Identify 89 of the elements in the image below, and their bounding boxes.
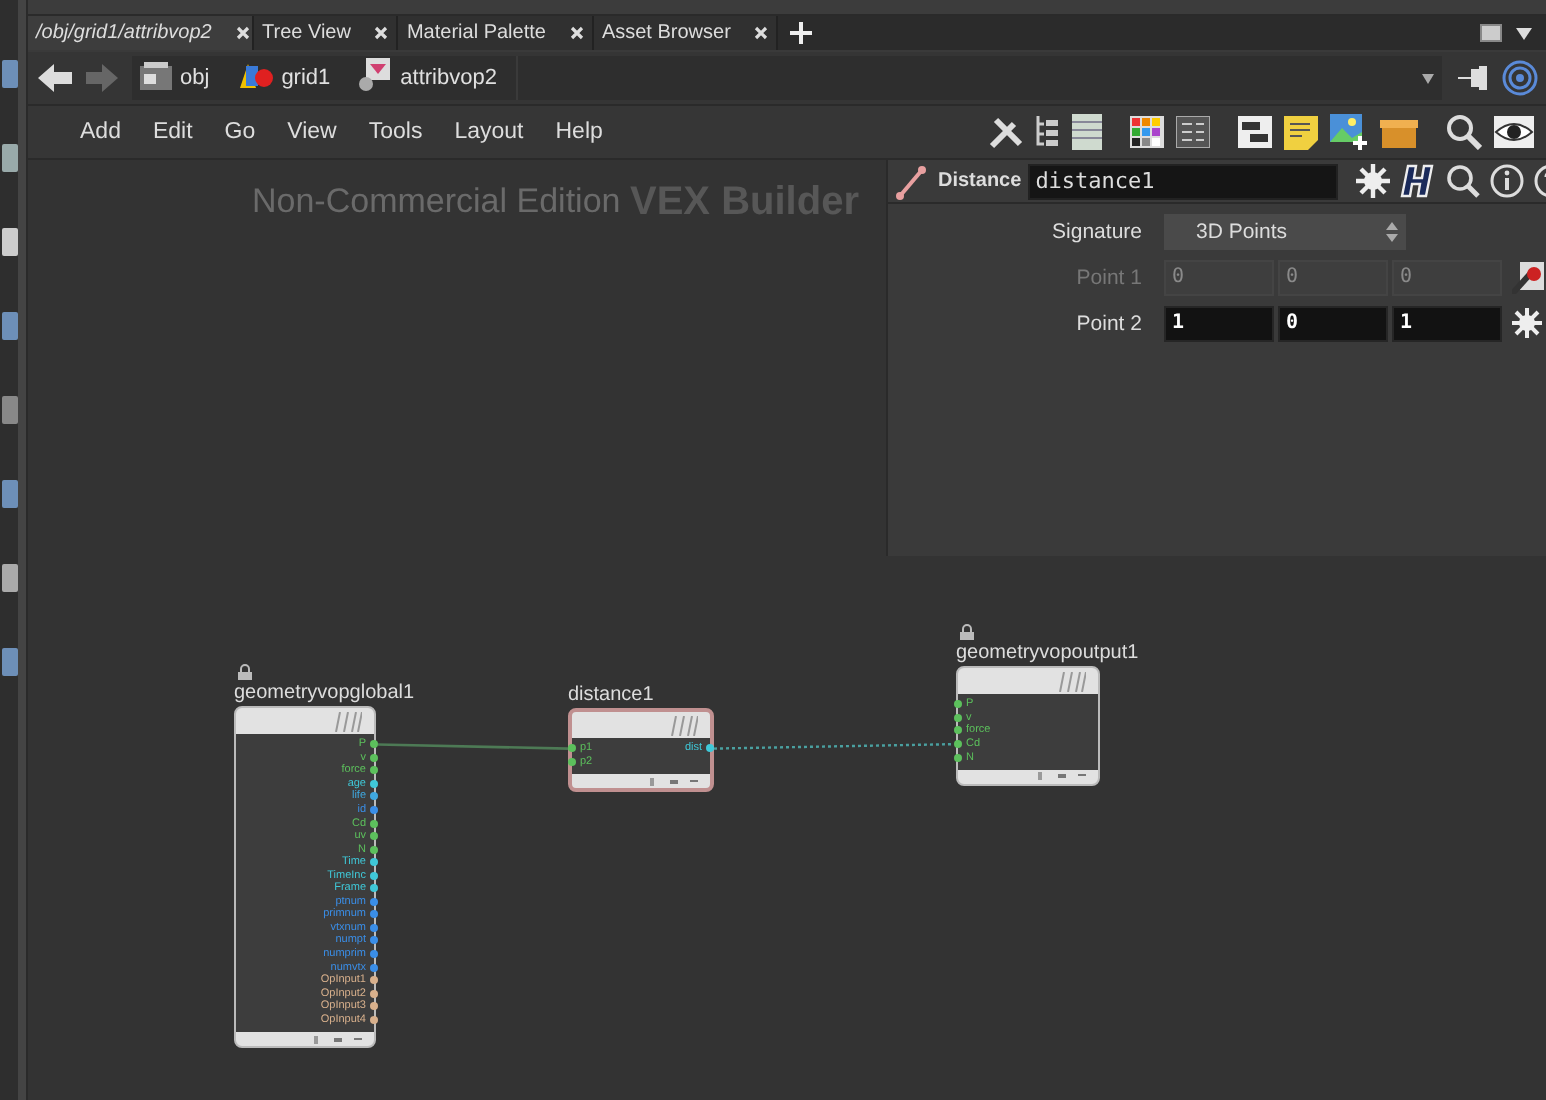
network-box-icon[interactable] xyxy=(1238,116,1272,148)
port-dot[interactable] xyxy=(568,744,576,753)
menu-item[interactable]: Add xyxy=(48,120,121,144)
menu-item[interactable]: Layout xyxy=(422,120,524,144)
port-dot[interactable] xyxy=(370,753,378,762)
pane-tab[interactable]: Material Palette xyxy=(398,16,594,50)
port-dot[interactable] xyxy=(370,740,378,749)
menu-item[interactable]: Help xyxy=(523,120,603,144)
port-dot[interactable] xyxy=(370,1015,378,1024)
ruler-icon[interactable] xyxy=(896,163,928,199)
menu-item[interactable]: View xyxy=(255,120,337,144)
add-tab-icon[interactable] xyxy=(790,22,813,44)
h-logo-icon[interactable] xyxy=(1399,164,1436,198)
parameter-label: Point 2 xyxy=(1074,311,1144,335)
search-icon[interactable] xyxy=(1446,114,1482,150)
port-dot[interactable] xyxy=(954,726,962,735)
search-icon[interactable] xyxy=(1445,164,1480,198)
gear-icon[interactable] xyxy=(1355,164,1390,198)
port-dot[interactable] xyxy=(370,950,378,959)
port-dot[interactable] xyxy=(954,740,962,749)
sticky-note-icon[interactable] xyxy=(1284,115,1318,149)
port-dot[interactable] xyxy=(954,713,962,722)
flags-icon[interactable] xyxy=(1038,772,1086,781)
port-dot[interactable] xyxy=(370,976,378,985)
close-icon[interactable] xyxy=(754,26,769,40)
hatch-icon xyxy=(334,711,362,731)
parameter-label: Signature xyxy=(1050,219,1144,243)
target-icon[interactable] xyxy=(1502,60,1538,96)
port-dot[interactable] xyxy=(370,832,378,841)
eye-icon[interactable] xyxy=(1494,116,1534,148)
port-dot[interactable] xyxy=(370,897,378,906)
port-dot[interactable] xyxy=(954,753,962,762)
port-dot[interactable] xyxy=(568,757,576,766)
pane-tab[interactable]: Asset Browser xyxy=(593,16,779,50)
port-dot[interactable] xyxy=(370,819,378,828)
port-dot[interactable] xyxy=(370,963,378,972)
port-dot[interactable] xyxy=(370,989,378,998)
menu-item[interactable]: Tools xyxy=(336,120,423,144)
port-dot[interactable] xyxy=(370,845,378,854)
node-name: geometryvopoutput1 xyxy=(956,642,1139,666)
pane-tab[interactable]: /obj/grid1/attribvop2 xyxy=(28,16,254,50)
value-field[interactable]: 0 xyxy=(1278,305,1388,341)
node-name-field[interactable]: distance1 xyxy=(1027,163,1338,199)
box-icon[interactable] xyxy=(1380,116,1418,148)
port-dot[interactable] xyxy=(370,923,378,932)
path-crumb[interactable]: grid1 xyxy=(229,56,351,100)
menu-item[interactable]: Go xyxy=(192,120,256,144)
port-dot[interactable] xyxy=(370,806,378,814)
node-name: distance1 xyxy=(568,684,654,708)
pick-icon[interactable] xyxy=(1512,261,1544,293)
back-arrow-icon[interactable] xyxy=(36,62,76,94)
hatch-icon xyxy=(670,715,698,735)
port-dot[interactable] xyxy=(706,744,714,753)
port-dot[interactable] xyxy=(370,792,378,801)
parameter-label: Point 1 xyxy=(1074,265,1144,289)
node-name: geometryvopglobal1 xyxy=(234,682,415,706)
close-icon[interactable] xyxy=(235,26,250,40)
value-field[interactable]: 1 xyxy=(1392,305,1502,341)
port-dot[interactable] xyxy=(370,779,378,788)
port-dot[interactable] xyxy=(370,884,378,893)
gear-icon[interactable] xyxy=(1512,308,1542,338)
flags-icon[interactable] xyxy=(314,1035,362,1044)
port-dot[interactable] xyxy=(954,700,962,709)
menu-item[interactable]: Edit xyxy=(120,120,193,144)
hatch-icon xyxy=(1058,671,1086,691)
port-dot[interactable] xyxy=(370,871,378,880)
tree-icon[interactable] xyxy=(1036,116,1060,148)
node-type-label: Distance xyxy=(938,170,1022,192)
grid-icon[interactable] xyxy=(1176,116,1210,148)
port-dot[interactable] xyxy=(370,858,378,867)
path-crumb[interactable]: obj xyxy=(132,56,230,100)
flags-icon[interactable] xyxy=(650,777,698,786)
info-icon[interactable] xyxy=(1489,164,1524,198)
dropdown-arrow-icon[interactable] xyxy=(1422,73,1434,83)
spinner-arrows-icon xyxy=(1386,221,1398,241)
value-field[interactable]: 1 xyxy=(1164,305,1274,341)
signature-menu[interactable]: 3D Points xyxy=(1164,213,1406,249)
port-dot[interactable] xyxy=(370,936,378,945)
close-icon[interactable] xyxy=(569,26,584,40)
path-crumb[interactable]: attribvop2 xyxy=(350,56,517,100)
close-icon[interactable] xyxy=(374,26,389,40)
color-palette-icon[interactable] xyxy=(1130,116,1164,148)
port-dot[interactable] xyxy=(370,766,378,775)
clapboard-icon xyxy=(140,61,172,95)
port-dot[interactable] xyxy=(370,910,378,919)
dropdown-arrow-icon[interactable] xyxy=(1516,27,1532,39)
image-add-icon[interactable] xyxy=(1330,114,1368,150)
pane-tab[interactable]: Tree View xyxy=(254,16,399,50)
port-dot[interactable] xyxy=(370,1002,378,1011)
